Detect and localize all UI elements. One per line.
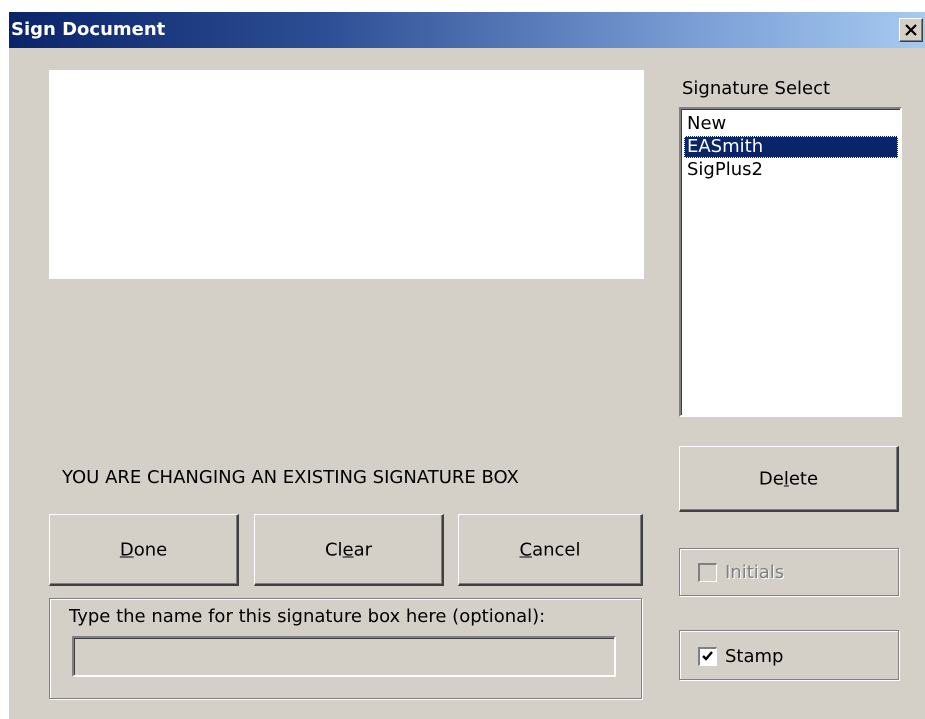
sign-document-dialog: Sign Document Signature Select New EASmi… (8, 12, 925, 719)
signature-name-input[interactable] (72, 636, 616, 677)
checkmark-icon (702, 651, 713, 661)
delete-button[interactable]: Delete (679, 446, 899, 512)
done-button-label: Done (119, 539, 168, 560)
title-bar[interactable]: Sign Document (9, 12, 925, 48)
signature-select-label: Signature Select (682, 78, 831, 99)
done-button[interactable]: Done (49, 514, 239, 586)
window-title: Sign Document (11, 19, 166, 40)
initials-label: Initials (725, 562, 785, 583)
cancel-button[interactable]: Cancel (458, 514, 643, 586)
delete-button-label: Delete (758, 468, 819, 489)
stamp-checkbox[interactable] (698, 647, 717, 666)
clear-button-label: Clear (324, 539, 373, 560)
stamp-label: Stamp (725, 646, 784, 667)
close-icon (905, 24, 917, 36)
cancel-button-label: Cancel (519, 539, 581, 560)
signature-select-listbox[interactable]: New EASmith SigPlus2 (679, 107, 902, 417)
status-message: YOU ARE CHANGING AN EXISTING SIGNATURE B… (62, 467, 519, 488)
signature-name-label: Type the name for this signature box her… (69, 606, 546, 627)
signature-option-sigplus2[interactable]: SigPlus2 (684, 159, 898, 181)
signature-option-new[interactable]: New (684, 113, 898, 135)
signature-option-easmith[interactable]: EASmith (684, 136, 898, 158)
initials-checkbox[interactable] (698, 563, 717, 582)
signature-pad[interactable] (49, 70, 644, 279)
close-button[interactable] (899, 18, 923, 42)
clear-button[interactable]: Clear (254, 514, 444, 586)
